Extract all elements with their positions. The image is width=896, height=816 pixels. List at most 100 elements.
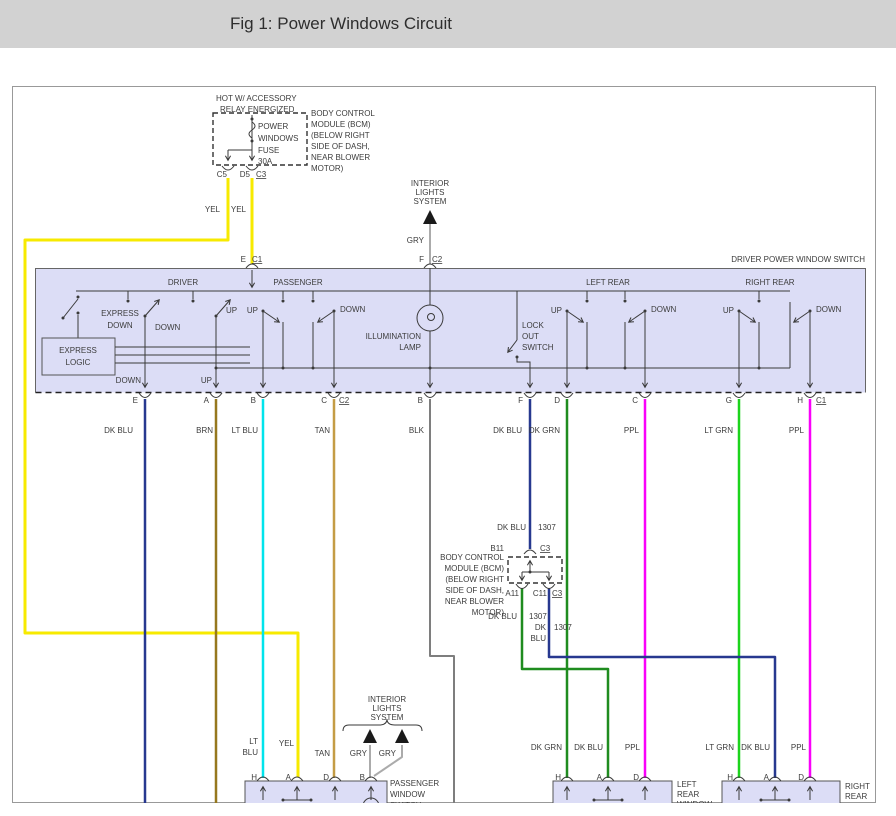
svg-text:OUT: OUT: [522, 332, 539, 341]
bcm-module: DK BLU 1307 B11 C3 A11 C11 C3 BODY CONTR…: [440, 523, 572, 643]
svg-text:C11: C11: [533, 589, 548, 598]
svg-text:DK BLU: DK BLU: [104, 426, 133, 435]
svg-text:LIGHTS: LIGHTS: [373, 704, 402, 713]
fuse-name-3: FUSE: [258, 146, 279, 155]
svg-text:C2: C2: [339, 396, 350, 405]
svg-text:SIDE OF DASH,: SIDE OF DASH,: [445, 586, 504, 595]
logic-label: LOGIC: [66, 358, 91, 367]
svg-text:EXPRESS: EXPRESS: [101, 309, 139, 318]
section-passenger: PASSENGER: [273, 278, 322, 287]
label-yel-2: YEL: [231, 205, 247, 214]
fuse-box-group: HOT W/ ACCESSORY RELAY ENERGIZED POWER W…: [205, 94, 376, 214]
svg-text:SWITCH: SWITCH: [522, 343, 554, 352]
svg-text:(BELOW RIGHT: (BELOW RIGHT: [445, 575, 504, 584]
svg-text:PPL: PPL: [625, 743, 641, 752]
svg-text:LT BLU: LT BLU: [232, 426, 259, 435]
svg-text:SIDE OF DASH,: SIDE OF DASH,: [311, 142, 370, 151]
conn-e-top: E: [241, 255, 246, 264]
svg-text:PPL: PPL: [791, 743, 807, 752]
screenshot-root: Fig 1: Power Windows Circuit: [0, 0, 896, 816]
left-rear-window-box: LEFT REAR WINDOW: [553, 777, 713, 809]
conn-c3: C3: [256, 170, 267, 179]
svg-text:BODY CONTROL: BODY CONTROL: [440, 553, 504, 562]
label-yel-1: YEL: [205, 205, 221, 214]
fuse-name-4: 30A: [258, 157, 273, 166]
conn-d5: D5: [240, 170, 251, 179]
svg-text:DK BLU: DK BLU: [493, 426, 522, 435]
svg-text:D: D: [554, 396, 560, 405]
interior-lights-top: INTERIOR LIGHTS SYSTEM GRY: [407, 179, 450, 245]
svg-text:TAN: TAN: [315, 426, 331, 435]
svg-text:MODULE (BCM): MODULE (BCM): [311, 120, 371, 129]
wire-yel-c5: [25, 178, 298, 777]
conn-c5: C5: [217, 170, 228, 179]
svg-text:LIGHTS: LIGHTS: [416, 188, 445, 197]
svg-text:UP: UP: [723, 306, 734, 315]
svg-text:SWITCH: SWITCH: [390, 801, 422, 810]
svg-text:MOTOR): MOTOR): [311, 164, 344, 173]
svg-text:C: C: [632, 396, 638, 405]
conn-c1-top: C1: [252, 255, 263, 264]
section-right-rear: RIGHT REAR: [745, 278, 794, 287]
svg-text:A: A: [204, 396, 210, 405]
svg-text:DK BLU: DK BLU: [497, 523, 526, 532]
svg-text:LT: LT: [249, 737, 258, 746]
driver-power-window-switch: DRIVER POWER WINDOW SWITCH DRIVER PASSEN…: [36, 255, 866, 393]
svg-text:DK GRN: DK GRN: [529, 426, 560, 435]
label-gry-top: GRY: [407, 236, 425, 245]
svg-text:DOWN: DOWN: [651, 305, 677, 314]
svg-text:E: E: [133, 396, 138, 405]
svg-text:LAMP: LAMP: [399, 343, 421, 352]
svg-text:C1: C1: [816, 396, 827, 405]
svg-text:MODULE (BCM): MODULE (BCM): [444, 564, 504, 573]
svg-text:INTERIOR: INTERIOR: [368, 695, 406, 704]
svg-text:G: G: [726, 396, 732, 405]
section-driver: DRIVER: [168, 278, 198, 287]
svg-text:B: B: [418, 396, 423, 405]
bottom-wire-labels: LT BLU YEL TAN DK GRN DK BLU PPL LT GRN …: [242, 737, 806, 758]
bcm-note-top: BODY CONTROL MODULE (BCM) (BELOW RIGHT S…: [311, 109, 375, 173]
svg-text:DOWN: DOWN: [116, 376, 142, 385]
svg-text:BLK: BLK: [409, 426, 425, 435]
svg-text:UP: UP: [201, 376, 212, 385]
wire-color-labels: DK BLU BRN LT BLU TAN BLK DK BLU DK GRN …: [104, 426, 804, 435]
interior-lights-bottom: INTERIOR LIGHTS SYSTEM GRY GRY: [343, 695, 422, 758]
svg-text:B: B: [251, 396, 256, 405]
svg-text:UP: UP: [551, 306, 562, 315]
svg-text:C: C: [321, 396, 327, 405]
svg-text:DOWN: DOWN: [107, 321, 133, 330]
hot-label: HOT W/ ACCESSORY: [216, 94, 297, 103]
svg-text:LT GRN: LT GRN: [704, 426, 733, 435]
svg-text:INTERIOR: INTERIOR: [411, 179, 449, 188]
fuse-name-1: POWER: [258, 122, 288, 131]
up-arrow-icon: [363, 729, 377, 743]
svg-text:PPL: PPL: [789, 426, 805, 435]
svg-text:C3: C3: [540, 544, 551, 553]
svg-text:1307: 1307: [554, 623, 572, 632]
conn-c2-top: C2: [432, 255, 443, 264]
svg-text:DK BLU: DK BLU: [741, 743, 770, 752]
svg-text:H: H: [797, 396, 803, 405]
svg-text:WINDOW: WINDOW: [677, 800, 713, 809]
svg-text:B11: B11: [490, 544, 504, 553]
svg-text:DOWN: DOWN: [340, 305, 366, 314]
wiring-diagram: HOT W/ ACCESSORY RELAY ENERGIZED POWER W…: [0, 0, 896, 816]
svg-text:C3: C3: [552, 589, 563, 598]
fuse-name-2: WINDOWS: [258, 134, 298, 143]
svg-text:PPL: PPL: [624, 426, 640, 435]
passenger-window-switch-box: PASSENGER WINDOW SWITCH: [245, 777, 439, 814]
svg-text:RIGHT: RIGHT: [845, 782, 870, 791]
svg-text:1307: 1307: [529, 612, 547, 621]
svg-text:NEAR BLOWER: NEAR BLOWER: [311, 153, 370, 162]
svg-text:GRY: GRY: [350, 749, 368, 758]
svg-text:1307: 1307: [538, 523, 556, 532]
svg-text:LT GRN: LT GRN: [705, 743, 734, 752]
svg-text:DOWN: DOWN: [155, 323, 181, 332]
svg-text:EXPRESS: EXPRESS: [59, 346, 97, 355]
svg-text:BRN: BRN: [196, 426, 213, 435]
svg-text:WINDOW: WINDOW: [845, 802, 881, 811]
right-rear-window-box: RIGHT REAR WINDOW: [722, 777, 881, 811]
svg-text:REAR: REAR: [845, 792, 867, 801]
svg-text:BLU: BLU: [530, 634, 546, 643]
svg-text:DK GRN: DK GRN: [531, 743, 562, 752]
